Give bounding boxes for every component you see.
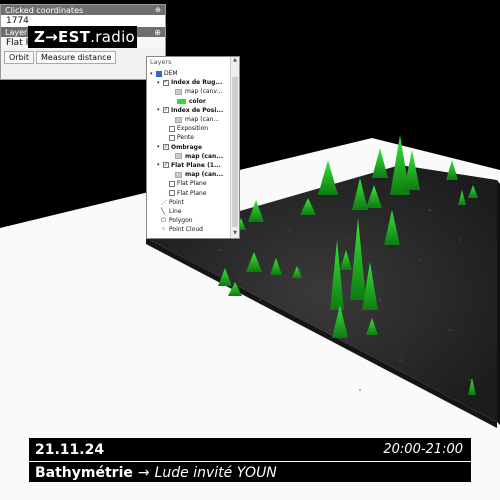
layer-label: color — [189, 97, 206, 105]
layers-scrollbar[interactable]: ▲ ▼ — [230, 57, 239, 238]
map-icon — [175, 116, 182, 123]
show-title: Bathymétrie — [35, 464, 133, 481]
layer-index-position[interactable]: ▾ ✓ Index de Posi... — [147, 106, 229, 115]
layer-label: map (canv... — [185, 88, 223, 96]
layer-color[interactable]: color — [147, 97, 229, 106]
layer-label: Index de Rug... — [171, 79, 223, 87]
clicked-coordinates-header: Clicked coordinates ⊕ — [1, 5, 165, 15]
tool-point[interactable]: ⋰ Point — [147, 198, 229, 207]
tool-point-cloud[interactable]: ⁘ Point Cloud — [147, 225, 229, 234]
layer-label: Ombrage — [171, 143, 203, 151]
checkbox-unchecked[interactable] — [169, 134, 175, 141]
layer-label: Line — [169, 207, 182, 215]
checkbox-unchecked[interactable] — [169, 180, 175, 187]
measure-distance-button[interactable]: Measure distance — [36, 51, 117, 64]
layer-label: Pente — [177, 134, 194, 142]
layer-label: Point Cloud — [169, 226, 203, 234]
checkbox-unchecked[interactable] — [169, 190, 175, 197]
banner-bottom-row: Bathymétrie → Lude invité YOUN — [29, 462, 471, 483]
layer-label: Point — [169, 198, 184, 206]
show-subtitle: Lude invité YOUN — [154, 464, 277, 481]
broadcast-time: 20:00-21:00 — [383, 442, 463, 457]
layer-label: DEM — [164, 70, 178, 78]
layer-exposition[interactable]: Exposition — [147, 124, 229, 133]
map-icon — [175, 88, 182, 95]
layers-window: Layers ▾ DEM ▾ ✓ Index de Rug... map (ca… — [146, 56, 240, 239]
layer-flat-plane-b[interactable]: Flat Plane — [147, 188, 229, 197]
point-icon: ⋰ — [161, 198, 167, 206]
layer-dem[interactable]: ▾ DEM — [147, 69, 229, 78]
logo-main: Z→EST — [34, 28, 91, 46]
checkbox-checked[interactable]: ✓ — [163, 162, 169, 169]
scroll-thumb[interactable] — [232, 77, 238, 227]
orbit-button[interactable]: Orbit — [4, 51, 35, 64]
checkbox-checked[interactable]: ✓ — [163, 107, 169, 114]
checkbox-checked[interactable]: ✓ — [163, 79, 169, 86]
layer-label: map (can... — [185, 152, 224, 160]
layer-flat-plane-100[interactable]: ▾ ✓ Flat Plane (1... — [147, 161, 229, 170]
layer-zoom-icon[interactable]: ⊕ — [154, 28, 161, 37]
layer-map-2[interactable]: map (can... — [147, 115, 229, 124]
checkbox-checked[interactable]: ✓ — [163, 144, 169, 151]
layer-header-title: Layer — [5, 27, 28, 37]
layer-ombrage[interactable]: ▾ ✓ Ombrage — [147, 143, 229, 152]
broadcast-date: 21.11.24 — [35, 441, 105, 458]
clicked-coordinates-title: Clicked coordinates — [5, 5, 84, 15]
layer-label: Flat Plane — [177, 189, 207, 197]
layer-map-4[interactable]: map (can... — [147, 170, 229, 179]
layers-list: ▾ DEM ▾ ✓ Index de Rug... map (canv... c… — [147, 69, 229, 238]
arrow-right-icon: → — [137, 464, 150, 481]
tool-buttons: Orbit Measure distance — [1, 49, 165, 66]
line-icon: ╲ — [161, 207, 165, 215]
scroll-down-icon[interactable]: ▼ — [231, 230, 239, 238]
scroll-up-icon[interactable]: ▲ — [231, 57, 239, 65]
layer-label: Exposition — [177, 125, 209, 133]
banner-top-row: 21.11.24 20:00-21:00 — [29, 438, 471, 462]
color-swatch-icon — [177, 98, 186, 104]
layer-label: Index de Posi... — [171, 106, 224, 114]
tool-line[interactable]: ╲ Line — [147, 207, 229, 216]
layer-index-rugosite[interactable]: ▾ ✓ Index de Rug... — [147, 78, 229, 87]
layer-label: Polygon — [169, 217, 193, 225]
checkbox-unchecked[interactable] — [169, 125, 175, 132]
broadcast-banner: 21.11.24 20:00-21:00 Bathymétrie → Lude … — [28, 437, 472, 483]
layer-map-1[interactable]: map (canv... — [147, 87, 229, 96]
layer-label: map (can... — [185, 171, 224, 179]
map-icon — [175, 153, 182, 160]
dem-icon — [156, 70, 162, 77]
polygon-icon: ⬠ — [161, 217, 167, 225]
zest-radio-logo: Z→EST .radio — [28, 26, 137, 48]
layer-pente[interactable]: Pente — [147, 133, 229, 142]
layer-map-3[interactable]: map (can... — [147, 152, 229, 161]
zoom-icon[interactable]: ⊕ — [155, 6, 161, 14]
point-cloud-icon: ⁘ — [161, 226, 167, 234]
map-icon — [175, 171, 182, 178]
layer-label: map (can... — [185, 116, 220, 124]
tool-polygon[interactable]: ⬠ Polygon — [147, 216, 229, 225]
layer-label: Flat Plane (1... — [171, 161, 221, 169]
layers-title: Layers — [150, 58, 172, 66]
layer-label: Flat Plane — [177, 180, 207, 188]
layer-flat-plane-a[interactable]: Flat Plane — [147, 179, 229, 188]
logo-suffix: .radio — [90, 28, 136, 46]
